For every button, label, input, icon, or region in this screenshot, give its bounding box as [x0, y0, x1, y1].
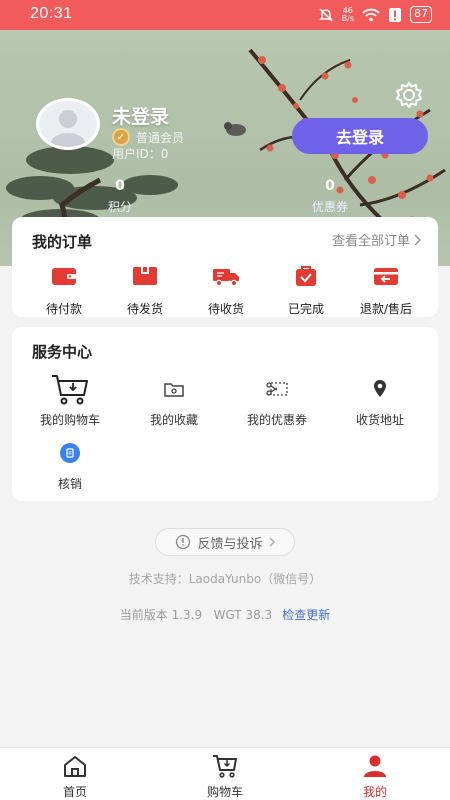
- order-item-label: 待付款: [45, 302, 82, 316]
- member-level: ✓ 普通会员: [112, 128, 184, 146]
- points-value: 0: [115, 178, 125, 194]
- order-item-label: 已完成: [287, 302, 324, 316]
- avatar[interactable]: [36, 98, 100, 150]
- alert-icon: [389, 7, 401, 22]
- scissors-coupon-icon: [266, 382, 288, 396]
- feedback-button[interactable]: 反馈与投诉: [155, 528, 295, 556]
- home-icon: [64, 756, 86, 777]
- check-bag-icon: [296, 266, 316, 286]
- gear-icon[interactable]: [392, 80, 426, 110]
- service-label: 我的优惠券: [246, 413, 307, 427]
- service-my-favorites[interactable]: 我的收藏: [124, 373, 224, 428]
- order-pending-receipt[interactable]: 待收货: [186, 265, 266, 317]
- status-time: 20:31: [30, 5, 73, 22]
- service-my-cart[interactable]: 我的购物车: [20, 373, 120, 428]
- coupons-stat[interactable]: 0 优惠券: [290, 178, 370, 215]
- package-icon: [133, 267, 157, 285]
- mute-bell-icon: [318, 7, 333, 22]
- points-stat[interactable]: 0 积分: [80, 178, 160, 215]
- status-bar: 20:31 46 B/s 87: [0, 0, 450, 30]
- truck-icon: [213, 269, 239, 287]
- order-refund[interactable]: 退款/售后: [346, 265, 426, 317]
- services-title: 服务中心: [32, 343, 93, 361]
- bottom-tab-bar: 首页 购物车 我的: [0, 747, 450, 800]
- tab-mine[interactable]: 我的: [340, 754, 410, 800]
- info-circle-icon: [176, 534, 191, 550]
- chevron-right-icon: [269, 537, 275, 547]
- order-item-label: 待收货: [207, 302, 244, 316]
- tab-label: 购物车: [206, 785, 243, 799]
- service-label: 我的购物车: [39, 413, 100, 427]
- login-button[interactable]: 去登录: [292, 118, 428, 154]
- verify-icon: [60, 443, 80, 463]
- tab-label: 首页: [62, 785, 87, 799]
- user-icon: [364, 755, 386, 777]
- coupons-value: 0: [325, 178, 335, 194]
- check-update-link[interactable]: 检查更新: [282, 608, 330, 622]
- order-item-label: 退款/售后: [359, 302, 413, 316]
- services-card: 服务中心 我的购物车 我的收藏 我的优惠券 收货地址 核销: [12, 327, 438, 501]
- coupons-label: 优惠券: [311, 200, 348, 214]
- tab-label: 我的: [362, 785, 387, 799]
- network-speed-unit: B/s: [341, 13, 354, 23]
- order-completed[interactable]: 已完成: [266, 265, 346, 317]
- version-row: 当前版本 1.3.9 WGT 38.3 检查更新: [0, 606, 450, 623]
- user-id: 用户ID：0: [112, 147, 169, 161]
- service-label: 核销: [57, 477, 82, 491]
- chevron-right-icon: [414, 233, 422, 246]
- service-verify[interactable]: 核销: [20, 437, 120, 492]
- version-text: 当前版本 1.3.9 WGT 38.3: [119, 608, 273, 622]
- tab-cart[interactable]: 购物车: [190, 754, 260, 800]
- view-all-orders-label: 查看全部订单: [331, 234, 410, 249]
- username[interactable]: 未登录: [112, 102, 169, 129]
- cart-icon: [213, 755, 237, 778]
- order-item-label: 待发货: [126, 302, 163, 316]
- location-pin-icon: [374, 380, 386, 397]
- tech-support-text: 技术支持：LaodaYunbo（微信号）: [128, 572, 322, 586]
- service-address[interactable]: 收货地址: [330, 373, 430, 428]
- orders-title: 我的订单: [32, 233, 93, 251]
- wifi-icon: [362, 8, 380, 21]
- member-level-label: 普通会员: [136, 130, 185, 145]
- order-pending-payment[interactable]: 待付款: [24, 265, 104, 317]
- default-avatar-icon: [50, 110, 86, 147]
- folder-icon: [164, 383, 184, 397]
- service-label: 我的收藏: [149, 413, 198, 427]
- tab-home[interactable]: 首页: [40, 754, 110, 800]
- battery-level: 87: [410, 6, 432, 23]
- medal-icon: ✓: [112, 128, 130, 146]
- cart-icon: [52, 375, 88, 405]
- order-pending-shipment[interactable]: 待发货: [105, 265, 185, 317]
- view-all-orders-link[interactable]: 查看全部订单: [332, 230, 422, 249]
- status-icons: 46 B/s 87: [318, 6, 432, 23]
- points-label: 积分: [107, 200, 132, 214]
- feedback-label: 反馈与投诉: [197, 536, 263, 552]
- service-label: 收货地址: [355, 413, 404, 427]
- orders-card: 我的订单 查看全部订单 待付款 待发货 待收货 已完成 退款/售后: [12, 217, 438, 317]
- refund-icon: [374, 268, 398, 285]
- service-my-coupons[interactable]: 我的优惠券: [227, 373, 327, 428]
- wallet-icon: [52, 268, 76, 285]
- network-speed: 46 B/s: [341, 6, 354, 23]
